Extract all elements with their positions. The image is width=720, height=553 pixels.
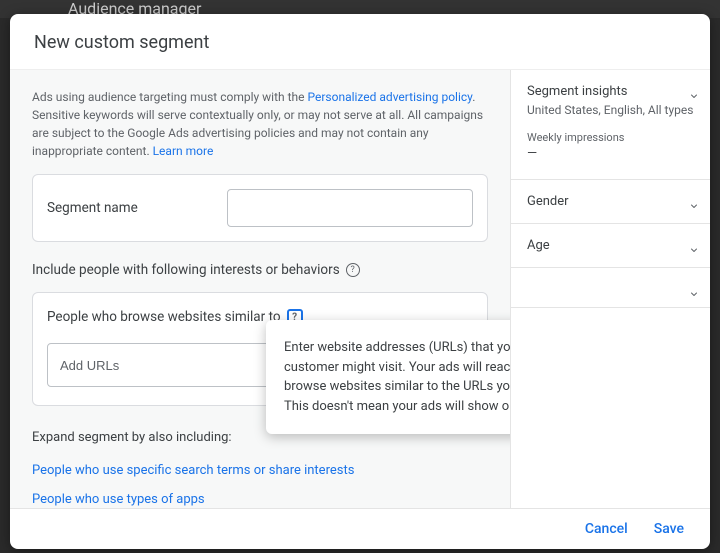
left-pane: Ads using audience targeting must comply… bbox=[10, 70, 510, 508]
weekly-impressions-label: Weekly impressions bbox=[527, 131, 694, 144]
gender-panel[interactable]: Gender bbox=[511, 180, 710, 224]
modal-body: Ads using audience targeting must comply… bbox=[10, 70, 710, 508]
age-panel[interactable]: Age bbox=[511, 224, 710, 268]
weekly-impressions-value: — bbox=[527, 146, 694, 161]
modal-footer: Cancel Save bbox=[10, 508, 710, 549]
modal-title: New custom segment bbox=[10, 14, 710, 70]
gender-label: Gender bbox=[527, 194, 569, 209]
chevron-down-icon bbox=[688, 288, 698, 298]
chevron-down-icon bbox=[688, 200, 698, 210]
include-title-text: Include people with following interests … bbox=[32, 262, 340, 278]
insights-title: Segment insights bbox=[527, 84, 694, 99]
learn-more-link[interactable]: Learn more bbox=[153, 144, 214, 158]
browse-websites-tooltip: Enter website addresses (URLs) that your… bbox=[266, 320, 510, 434]
policy-notice: Ads using audience targeting must comply… bbox=[32, 88, 488, 160]
policy-link[interactable]: Personalized advertising policy bbox=[307, 90, 472, 104]
segment-name-row: Segment name bbox=[32, 174, 488, 242]
policy-prefix: Ads using audience targeting must comply… bbox=[32, 90, 307, 104]
right-pane: Segment insights United States, English,… bbox=[510, 70, 710, 508]
extra-panel[interactable] bbox=[511, 268, 710, 308]
segment-insights-panel[interactable]: Segment insights United States, English,… bbox=[511, 70, 710, 180]
save-button[interactable]: Save bbox=[654, 521, 684, 537]
insights-subtitle: United States, English, All types bbox=[527, 103, 694, 117]
segment-name-input[interactable] bbox=[227, 189, 473, 227]
expand-link-search-terms[interactable]: People who use specific search terms or … bbox=[32, 463, 488, 478]
modal-dialog: New custom segment Ads using audience ta… bbox=[10, 14, 710, 549]
age-label: Age bbox=[527, 238, 550, 253]
segment-name-label: Segment name bbox=[47, 200, 207, 216]
chevron-down-icon bbox=[688, 244, 698, 254]
chevron-down-icon bbox=[688, 90, 698, 100]
expand-link-app-types[interactable]: People who use types of apps bbox=[32, 492, 488, 507]
include-section-title: Include people with following interests … bbox=[32, 262, 488, 278]
card-heading-text: People who browse websites similar to bbox=[47, 309, 281, 325]
help-icon[interactable]: ? bbox=[346, 263, 360, 277]
cancel-button[interactable]: Cancel bbox=[585, 521, 628, 537]
